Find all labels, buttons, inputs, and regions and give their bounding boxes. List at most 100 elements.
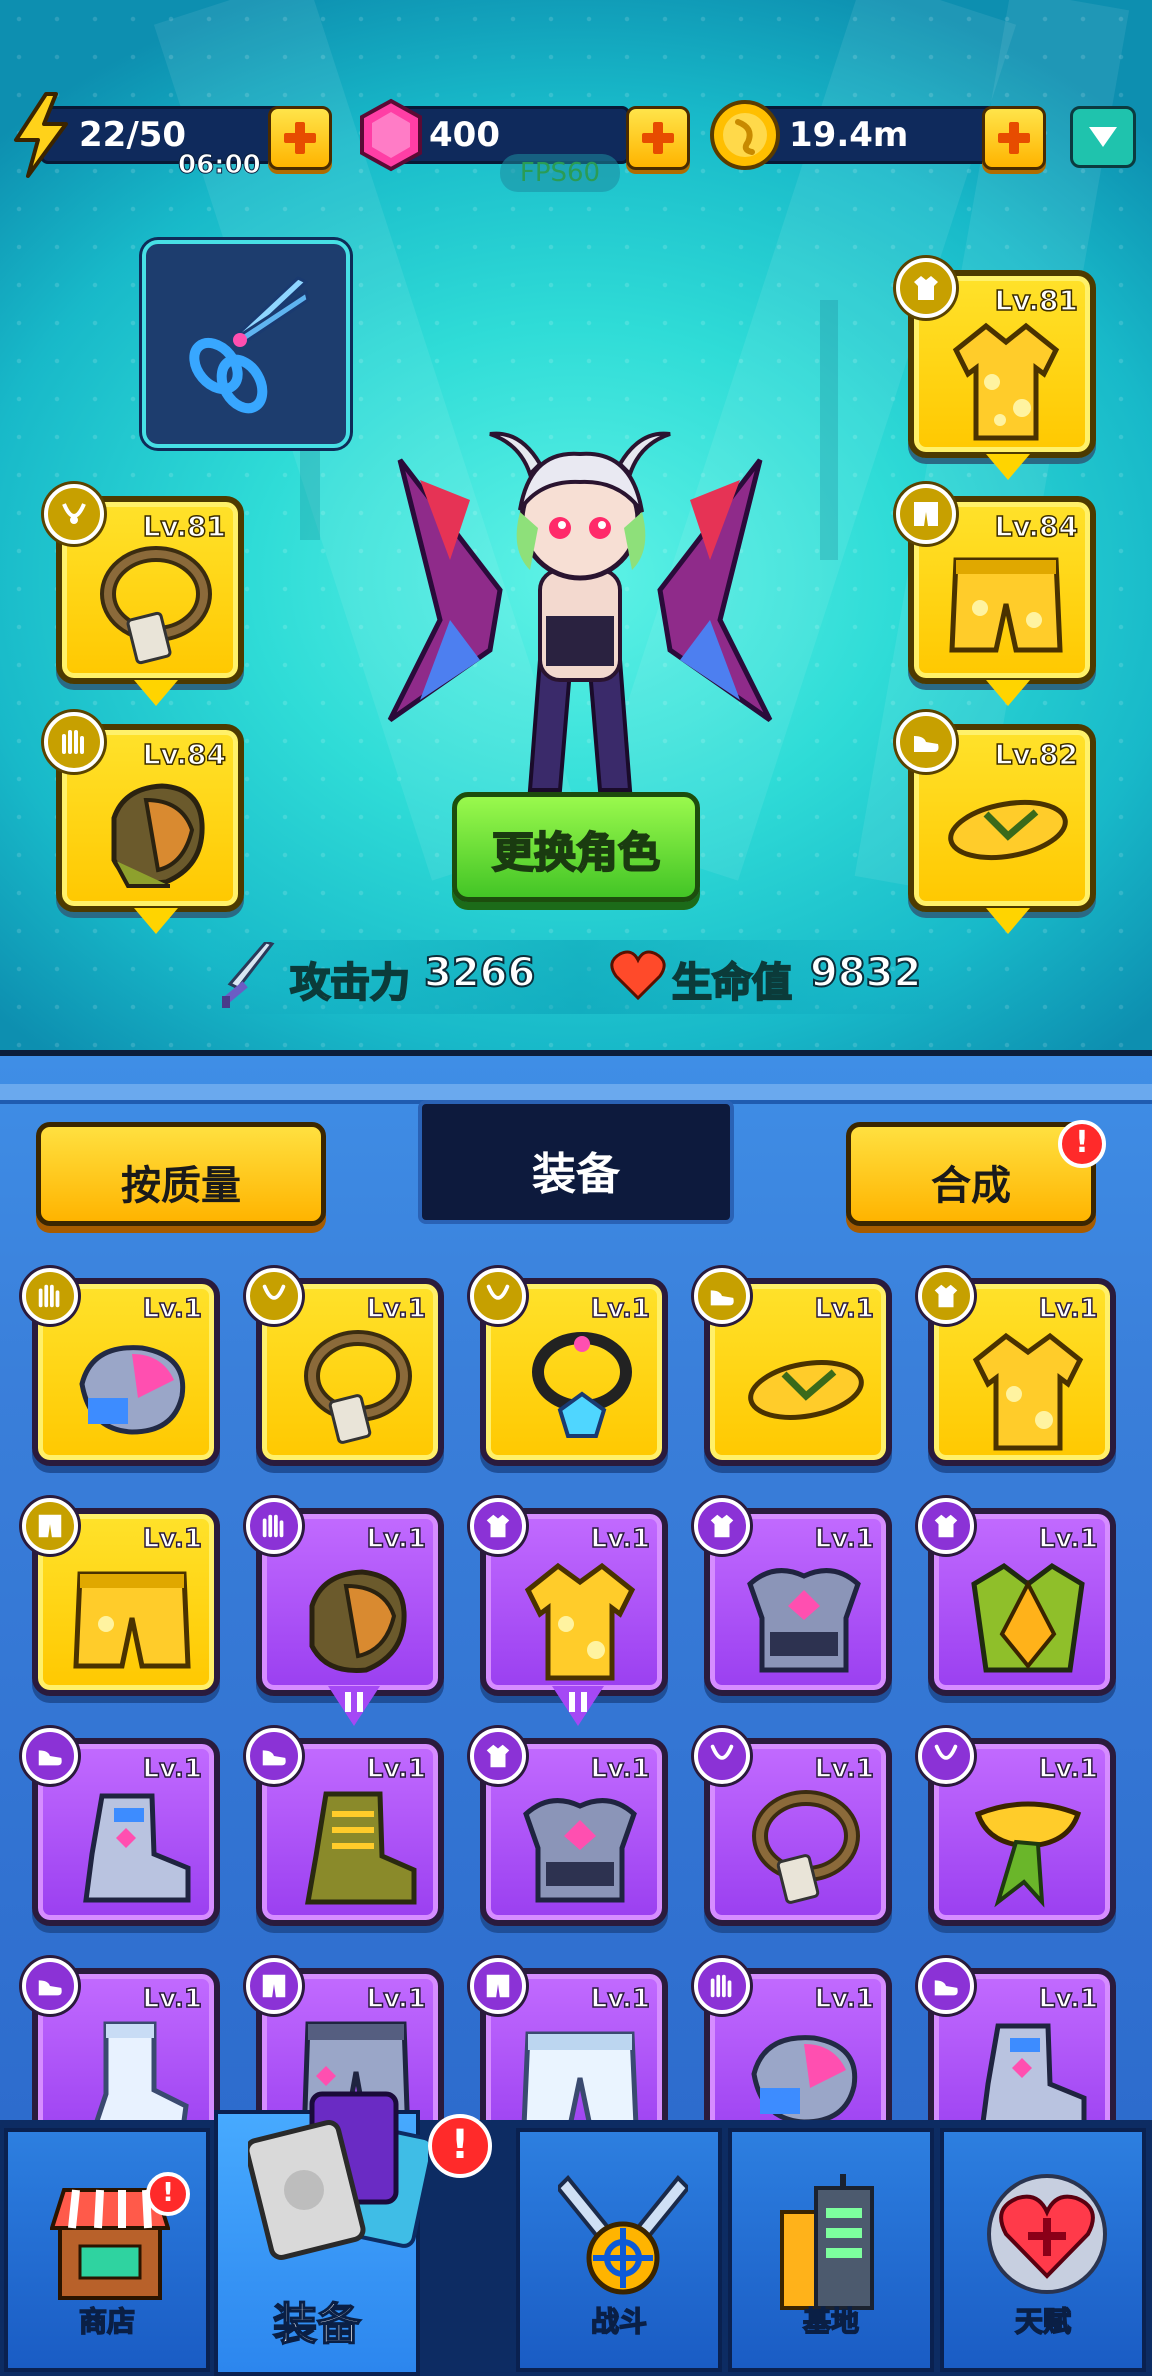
pink-gem-icon (358, 98, 424, 176)
sword-icon (222, 942, 275, 1008)
item-level: Lv.1 (142, 1983, 203, 2015)
equipment-cards-icon (248, 2091, 428, 2260)
inventory-item[interactable]: Lv.1 (694, 1728, 892, 1926)
shirt-slot-icon (918, 1268, 974, 1324)
dropdown-menu-button[interactable] (1070, 106, 1136, 168)
glove-orange-icon (309, 1569, 407, 1673)
gem-value: 400 (429, 115, 500, 155)
shirt-slot-icon (470, 1498, 526, 1554)
sandals-icon (948, 799, 1068, 861)
character-avatar (387, 431, 773, 792)
battle-swords-icon (558, 2175, 688, 2295)
necklace-slot-icon (246, 1268, 302, 1324)
gold-coin-icon (708, 98, 782, 176)
change-character-button[interactable]: 更换角色 (452, 792, 700, 902)
inventory-item[interactable]: Lv.1 (470, 1268, 668, 1466)
item-level: Lv.1 (142, 1523, 203, 1555)
shorts-equip-slot[interactable]: Lv.84 (896, 484, 1096, 706)
chain-necklace-icon (100, 546, 212, 665)
shirt-hawaiian-icon (524, 1562, 636, 1681)
inventory-item[interactable]: Lv.1 (918, 1498, 1116, 1696)
item-level: Lv.1 (814, 1983, 875, 2015)
necklace-tag-icon (752, 1790, 860, 1904)
item-level: Lv.1 (366, 1293, 427, 1325)
item-level: Lv.1 (142, 1753, 203, 1785)
energy-timer: 06:00 (178, 150, 262, 181)
nav-shop[interactable]: ! 商店 (4, 2128, 210, 2372)
nav-base[interactable]: 基地 (728, 2128, 934, 2372)
inventory-item[interactable]: Lv.1 (246, 1498, 444, 1726)
merge-alert-badge: ! (1058, 1120, 1106, 1168)
inventory-item[interactable]: Lv.1 (22, 1728, 220, 1926)
sort-by-quality-button[interactable]: 按质量 (36, 1122, 326, 1226)
shop-alert-badge: ! (146, 2172, 190, 2216)
item-level: Lv.1 (590, 1523, 651, 1555)
add-energy-button[interactable] (268, 106, 332, 170)
scarf-slot-icon (918, 1728, 974, 1784)
necklace-gem-icon (532, 1332, 632, 1438)
sock-slot-icon (22, 1958, 78, 2014)
nav-base-label: 基地 (802, 2304, 860, 2339)
equipment-alert-badge: ! (428, 2114, 492, 2178)
item-level: Lv.1 (366, 1753, 427, 1785)
inventory-item[interactable]: Lv.1 (22, 1268, 220, 1466)
yellow-shorts-icon (949, 557, 1063, 653)
add-coins-button[interactable] (982, 106, 1046, 170)
item-level: Lv.1 (1038, 1523, 1099, 1555)
item-level: Lv.1 (366, 1983, 427, 2015)
change-character-label: 更换角色 (491, 827, 661, 878)
nav-shop-label: 商店 (78, 2304, 136, 2339)
brawler-glove-icon (111, 783, 205, 888)
heart-icon (610, 950, 666, 1000)
inventory-item[interactable]: Lv.1 (470, 1498, 668, 1726)
nav-battle[interactable]: 战斗 (516, 2128, 722, 2372)
shorts-slot-icon (896, 484, 956, 544)
boots-chrome-icon (83, 1793, 191, 1903)
necklace-equip-slot[interactable]: Lv.81 (44, 484, 244, 706)
boots-slot-icon (918, 1958, 974, 2014)
nav-battle-label: 战斗 (590, 2304, 648, 2339)
shirt-slot-icon (896, 258, 956, 318)
tab-equipment[interactable]: 装备 (418, 1100, 734, 1224)
inventory-item[interactable]: Lv.1 (918, 1728, 1116, 1926)
shoes-equip-slot[interactable]: Lv.82 (896, 712, 1096, 934)
nav-equipment[interactable]: ! 装备 (214, 2091, 492, 2376)
inventory-item[interactable]: Lv.1 (246, 1728, 444, 1926)
scarf-yellow-icon (974, 1801, 1082, 1908)
inventory-item[interactable]: Lv.1 (246, 1268, 444, 1466)
inventory-item[interactable]: Lv.1 (470, 1728, 668, 1926)
item-level: Lv.1 (590, 1293, 651, 1325)
nav-talent-label: 天赋 (1014, 2304, 1072, 2339)
shirt-hawaiian-icon (972, 1332, 1084, 1451)
inventory-item[interactable]: Lv.1 (22, 1498, 220, 1696)
item-level: Lv.1 (590, 1753, 651, 1785)
gloves-equip-slot[interactable]: Lv.84 (44, 712, 244, 934)
sort-label: 按质量 (121, 1163, 241, 1209)
attack-label: 攻击力 (289, 959, 411, 1007)
item-level: Lv.1 (366, 1523, 427, 1555)
boots-combat-icon (305, 1791, 417, 1905)
sandals-slot-icon (694, 1268, 750, 1324)
base-building-icon (780, 2174, 874, 2310)
inventory-item[interactable]: Lv.1 (694, 1268, 892, 1466)
item-level: Lv.1 (1038, 1753, 1099, 1785)
hp-label: 生命值 (671, 959, 793, 1007)
weapon-slot[interactable] (142, 240, 350, 448)
inventory-item[interactable]: Lv.1 (694, 1498, 892, 1696)
boots-slot-icon (246, 1728, 302, 1784)
attack-value: 3266 (423, 949, 536, 997)
inventory-item[interactable]: Lv.1 (918, 1268, 1116, 1466)
necklace-tag-icon (304, 1330, 412, 1444)
item-level: Lv.1 (142, 1293, 203, 1325)
gloves-chrome-icon (79, 1345, 186, 1435)
armor-green-icon (971, 1562, 1085, 1673)
talent-heart-icon (987, 2174, 1107, 2294)
sandals-yellow-icon (748, 1360, 864, 1420)
item-level: Lv.1 (590, 1983, 651, 2015)
necklace-slot-icon (470, 1268, 526, 1324)
add-gems-button[interactable] (626, 106, 690, 170)
shirt-equip-slot[interactable]: Lv.81 (896, 258, 1096, 480)
nav-talent[interactable]: 天赋 (940, 2128, 1146, 2372)
necklace-slot-icon (44, 484, 104, 544)
gloves-slot-icon (22, 1268, 78, 1324)
